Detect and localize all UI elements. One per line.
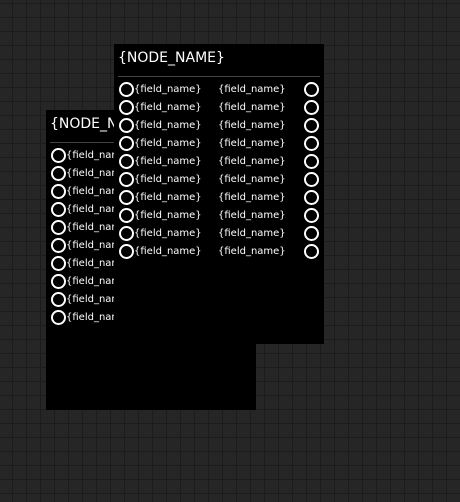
field-row: {field_name} {field_name}: [114, 117, 324, 135]
input-port-icon[interactable]: [51, 220, 66, 235]
input-field-label: {field_name}: [134, 120, 202, 131]
output-port-icon[interactable]: [304, 154, 319, 169]
output-port-icon[interactable]: [304, 190, 319, 205]
field-row: {field_name} {field_name}: [114, 243, 324, 261]
input-port-icon[interactable]: [51, 274, 66, 289]
input-port-icon[interactable]: [51, 148, 66, 163]
input-port-icon[interactable]: [51, 310, 66, 325]
output-port-icon[interactable]: [304, 226, 319, 241]
node-title: {NODE_NAME}: [118, 50, 225, 66]
input-port-icon[interactable]: [119, 100, 134, 115]
input-port-icon[interactable]: [51, 256, 66, 271]
field-row: {field_name} {field_name}: [114, 153, 324, 171]
field-row: {field_name} {field_name}: [114, 135, 324, 153]
output-field-label: {field_name}: [218, 174, 286, 185]
output-port-icon[interactable]: [304, 208, 319, 223]
input-port-icon[interactable]: [51, 202, 66, 217]
input-field-label: {field_name}: [134, 156, 202, 167]
field-row: {field_name} {field_name}: [114, 99, 324, 117]
output-field-label: {field_name}: [218, 210, 286, 221]
field-row: {field_name} {field_name}: [114, 189, 324, 207]
field-row: {field_name} {field_name}: [114, 81, 324, 99]
input-port-icon[interactable]: [119, 154, 134, 169]
input-port-icon[interactable]: [51, 292, 66, 307]
input-port-icon[interactable]: [119, 172, 134, 187]
field-row: {field_name} {field_name}: [114, 225, 324, 243]
input-field-label: {field_name}: [134, 102, 202, 113]
input-port-icon[interactable]: [119, 244, 134, 259]
input-port-icon[interactable]: [119, 190, 134, 205]
node-front[interactable]: {NODE_NAME} {field_name} {field_name} {fiel…: [114, 44, 324, 344]
output-field-label: {field_name}: [218, 246, 286, 257]
field-row: {field_name} {field_name}: [114, 207, 324, 225]
input-port-icon[interactable]: [51, 166, 66, 181]
output-port-icon[interactable]: [304, 100, 319, 115]
output-port-icon[interactable]: [304, 136, 319, 151]
input-port-icon[interactable]: [119, 118, 134, 133]
output-port-icon[interactable]: [304, 82, 319, 97]
input-field-label: {field_name}: [134, 192, 202, 203]
input-field-label: {field_name}: [134, 228, 202, 239]
input-port-icon[interactable]: [119, 208, 134, 223]
output-port-icon[interactable]: [304, 118, 319, 133]
input-field-label: {field_name}: [134, 246, 202, 257]
input-field-label: {field_name}: [134, 84, 202, 95]
output-field-label: {field_name}: [218, 138, 286, 149]
input-field-label: {field_name}: [134, 210, 202, 221]
input-port-icon[interactable]: [51, 184, 66, 199]
output-port-icon[interactable]: [304, 172, 319, 187]
input-port-icon[interactable]: [119, 226, 134, 241]
input-port-icon[interactable]: [119, 136, 134, 151]
output-field-label: {field_name}: [218, 192, 286, 203]
field-row: {field_name} {field_name}: [114, 171, 324, 189]
output-field-label: {field_name}: [218, 120, 286, 131]
output-field-label: {field_name}: [218, 156, 286, 167]
output-field-label: {field_name}: [218, 102, 286, 113]
input-port-icon[interactable]: [51, 238, 66, 253]
input-field-label: {field_name}: [134, 174, 202, 185]
output-port-icon[interactable]: [304, 244, 319, 259]
output-field-label: {field_name}: [218, 228, 286, 239]
input-port-icon[interactable]: [119, 82, 134, 97]
node-title-divider: [118, 76, 320, 77]
output-field-label: {field_name}: [218, 84, 286, 95]
input-field-label: {field_name}: [134, 138, 202, 149]
